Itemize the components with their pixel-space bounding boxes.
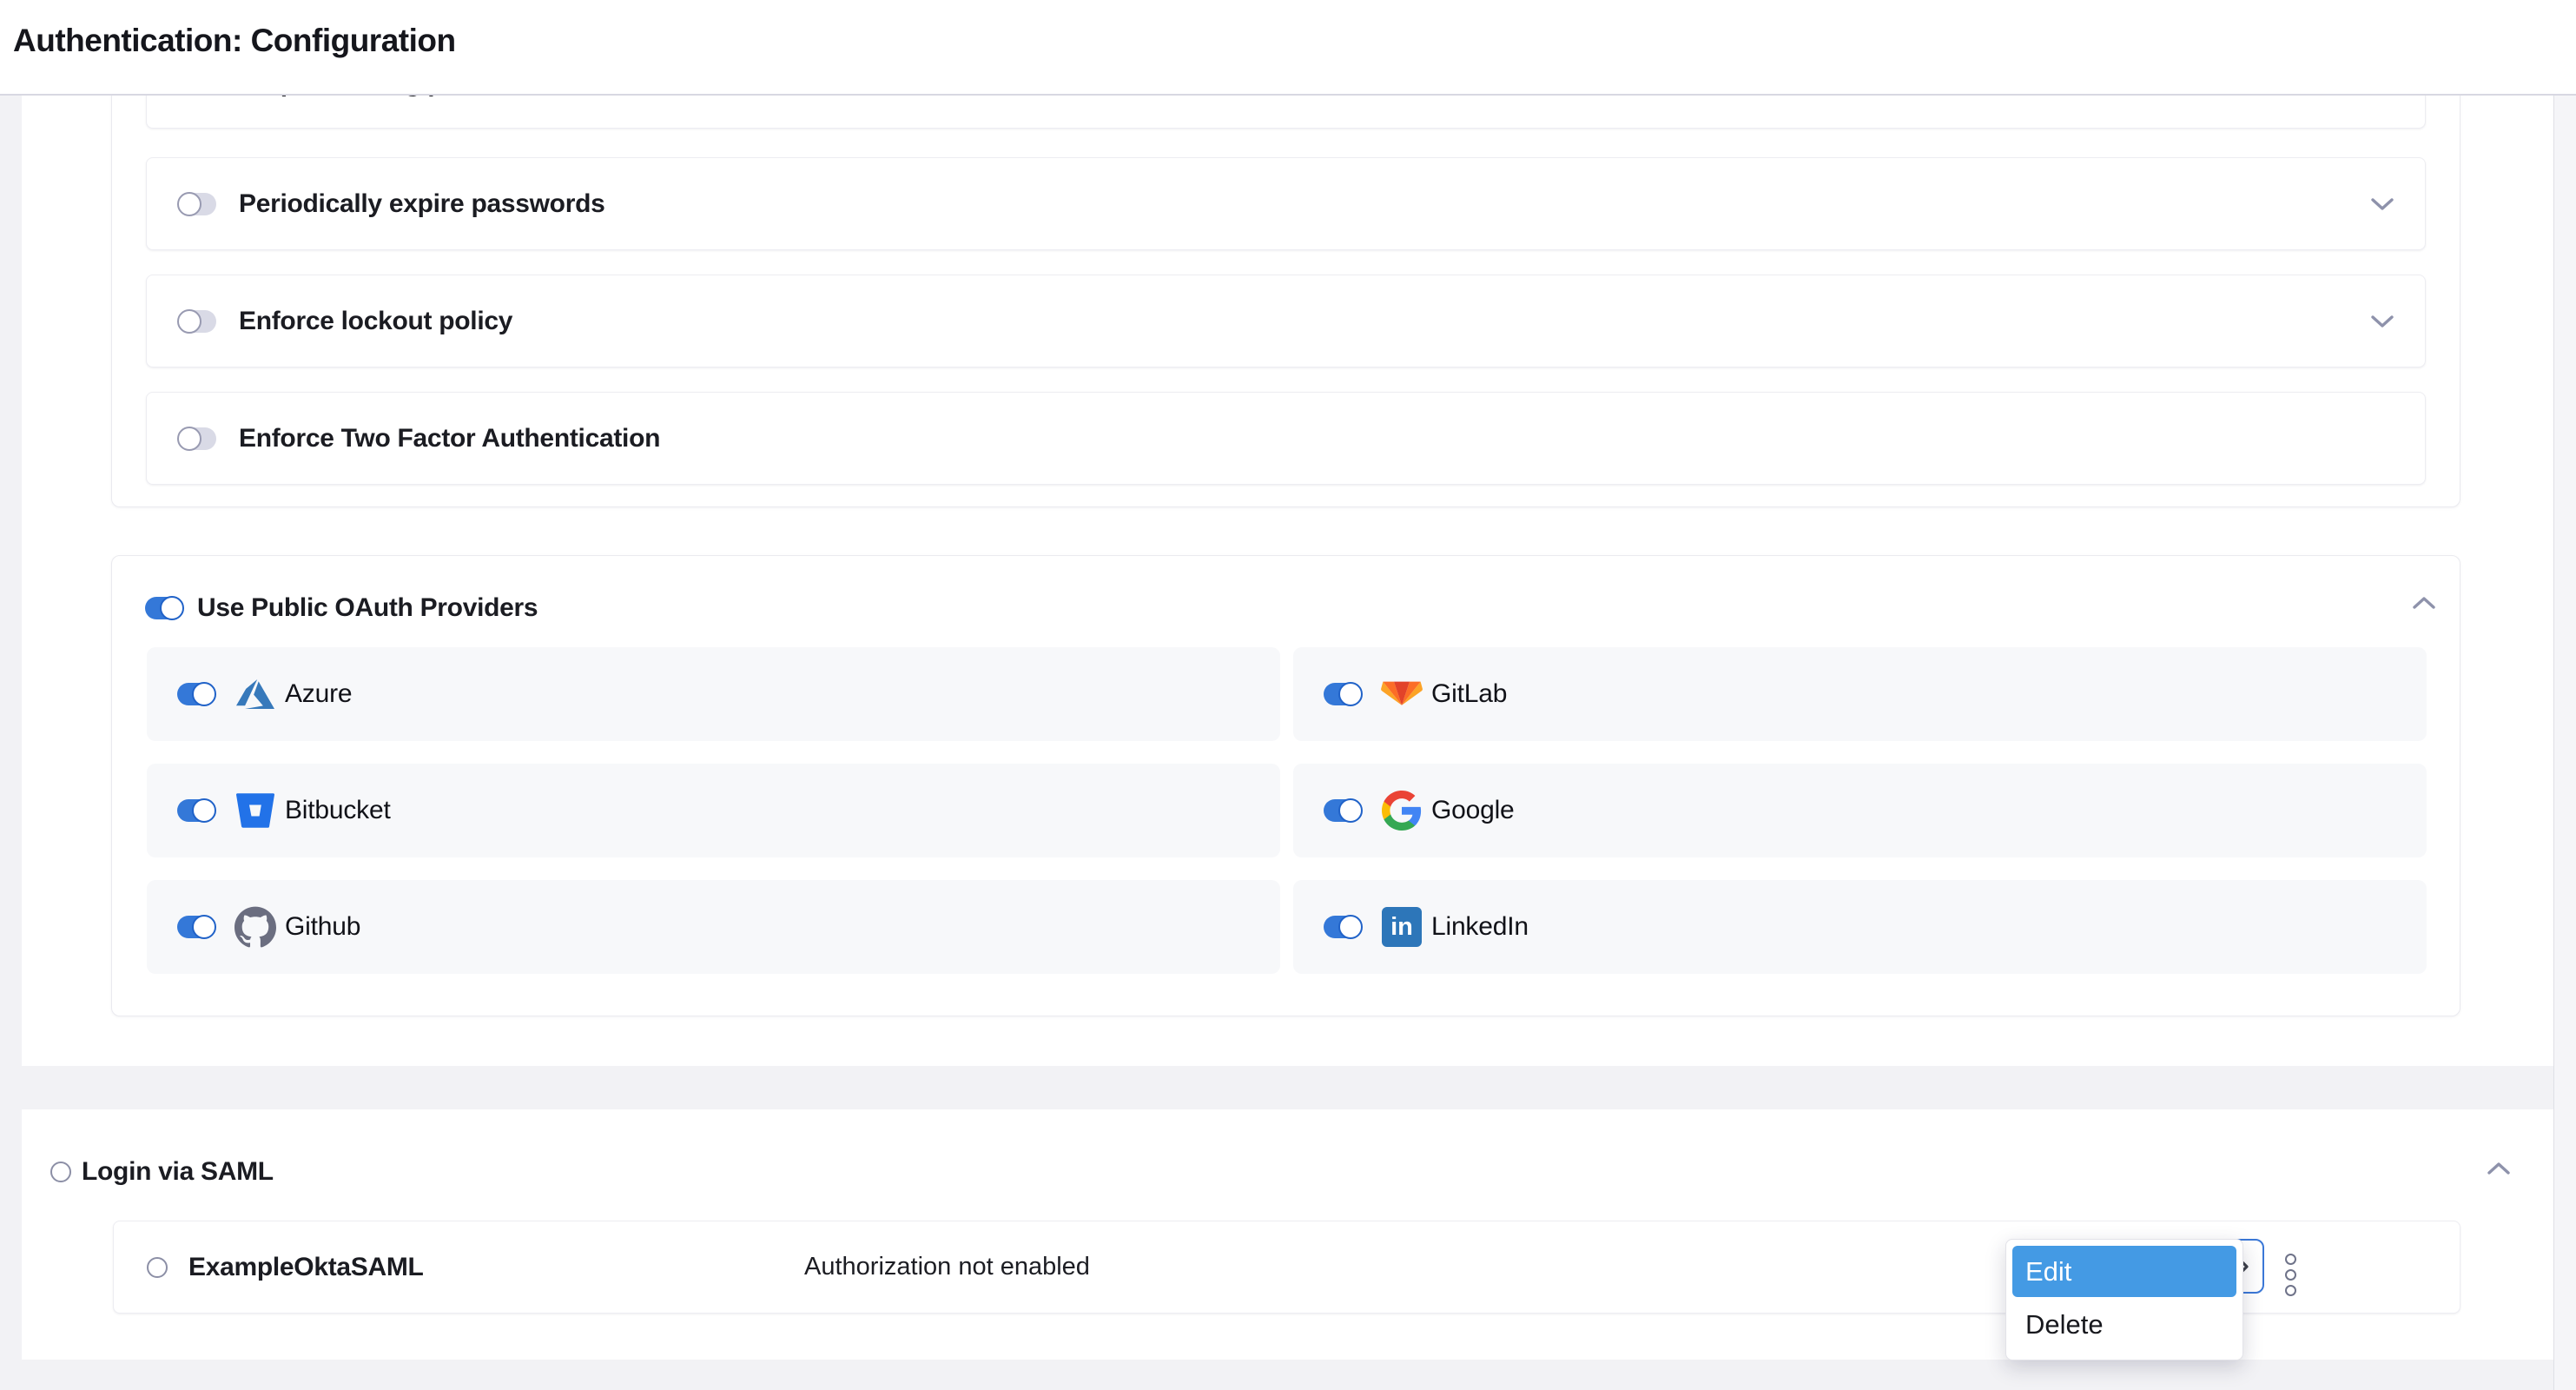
provider-tile-gitlab: GitLab: [1293, 647, 2427, 741]
saml-entry-status: Authorization not enabled: [804, 1253, 1090, 1281]
bitbucket-icon: [234, 790, 276, 831]
github-icon: [234, 906, 276, 948]
provider-name: Github: [285, 912, 360, 942]
google-toggle[interactable]: [1324, 799, 1362, 822]
context-menu: Edit Delete: [2005, 1239, 2243, 1360]
toggle-knob: [1338, 915, 1363, 939]
chevron-down-icon[interactable]: [2371, 197, 2394, 211]
saml-section-header: Login via SAML: [50, 1157, 274, 1187]
kebab-dot: [2285, 1254, 2296, 1265]
provider-name: Azure: [285, 679, 352, 709]
saml-entry-radio[interactable]: [147, 1257, 168, 1278]
setting-label: Periodically expire passwords: [239, 189, 605, 219]
chevron-down-icon[interactable]: [2371, 314, 2394, 328]
toggle-knob: [192, 682, 216, 706]
kebab-dot: [2285, 1269, 2296, 1281]
toggle-knob: [1338, 682, 1363, 706]
linkedin-toggle[interactable]: [1324, 916, 1362, 938]
provider-name: Bitbucket: [285, 796, 391, 825]
saml-section-title: Login via SAML: [82, 1157, 274, 1187]
google-icon: [1381, 790, 1423, 831]
kebab-dot: [2285, 1285, 2296, 1296]
toggle-knob: [1338, 798, 1363, 823]
linkedin-icon: in: [1381, 906, 1423, 948]
provider-tile-azure: Azure: [147, 647, 1280, 741]
page-header: Authentication: Configuration: [0, 0, 2576, 96]
azure-icon: [234, 673, 276, 715]
setting-row-enforce-two-factor[interactable]: Enforce Two Factor Authentication: [146, 392, 2426, 485]
enforce-lockout-policy-toggle[interactable]: [178, 310, 216, 333]
toggle-knob: [177, 427, 201, 451]
toggle-knob: [192, 798, 216, 823]
saml-entry-name: ExampleOktaSAML: [188, 1253, 424, 1282]
toggle-knob: [192, 915, 216, 939]
oauth-section-title: Use Public OAuth Providers: [197, 593, 538, 623]
provider-tile-linkedin: in LinkedIn: [1293, 880, 2427, 974]
provider-name: LinkedIn: [1431, 912, 1529, 942]
use-public-oauth-toggle[interactable]: [145, 597, 183, 619]
chevron-up-icon[interactable]: [2413, 596, 2435, 610]
setting-label: Enforce lockout policy: [239, 307, 512, 336]
gitlab-toggle[interactable]: [1324, 683, 1362, 705]
oauth-providers-card: Use Public OAuth Providers Azure: [111, 555, 2460, 1016]
provider-name: Google: [1431, 796, 1515, 825]
menu-item-delete[interactable]: Delete: [2012, 1297, 2236, 1353]
bitbucket-toggle[interactable]: [177, 799, 215, 822]
provider-tile-bitbucket: Bitbucket: [147, 764, 1280, 857]
toggle-knob: [177, 192, 201, 216]
provider-tile-google: Google: [1293, 764, 2427, 857]
provider-name: GitLab: [1431, 679, 1507, 709]
setting-row-periodically-expire-passwords[interactable]: Periodically expire passwords: [146, 157, 2426, 250]
setting-row-enforce-lockout-policy[interactable]: Enforce lockout policy: [146, 275, 2426, 367]
page-title: Authentication: Configuration: [13, 23, 456, 59]
toggle-knob: [160, 596, 184, 620]
toggle-knob: [177, 309, 201, 334]
periodically-expire-passwords-toggle[interactable]: [178, 193, 216, 215]
menu-item-edit[interactable]: Edit: [2012, 1246, 2236, 1297]
saml-radio[interactable]: [50, 1162, 71, 1182]
enforce-two-factor-toggle[interactable]: [178, 427, 216, 450]
github-toggle[interactable]: [177, 916, 215, 938]
chevron-up-icon[interactable]: [2487, 1162, 2510, 1175]
scrollbar-gutter: [2553, 96, 2576, 1390]
auth-settings-panel: Require strong passwords Periodically ex…: [22, 96, 2553, 1066]
azure-toggle[interactable]: [177, 683, 215, 705]
provider-tile-github: Github: [147, 880, 1280, 974]
gitlab-icon: [1381, 673, 1423, 715]
setting-label: Enforce Two Factor Authentication: [239, 424, 660, 453]
kebab-menu-icon[interactable]: [2277, 1251, 2303, 1298]
